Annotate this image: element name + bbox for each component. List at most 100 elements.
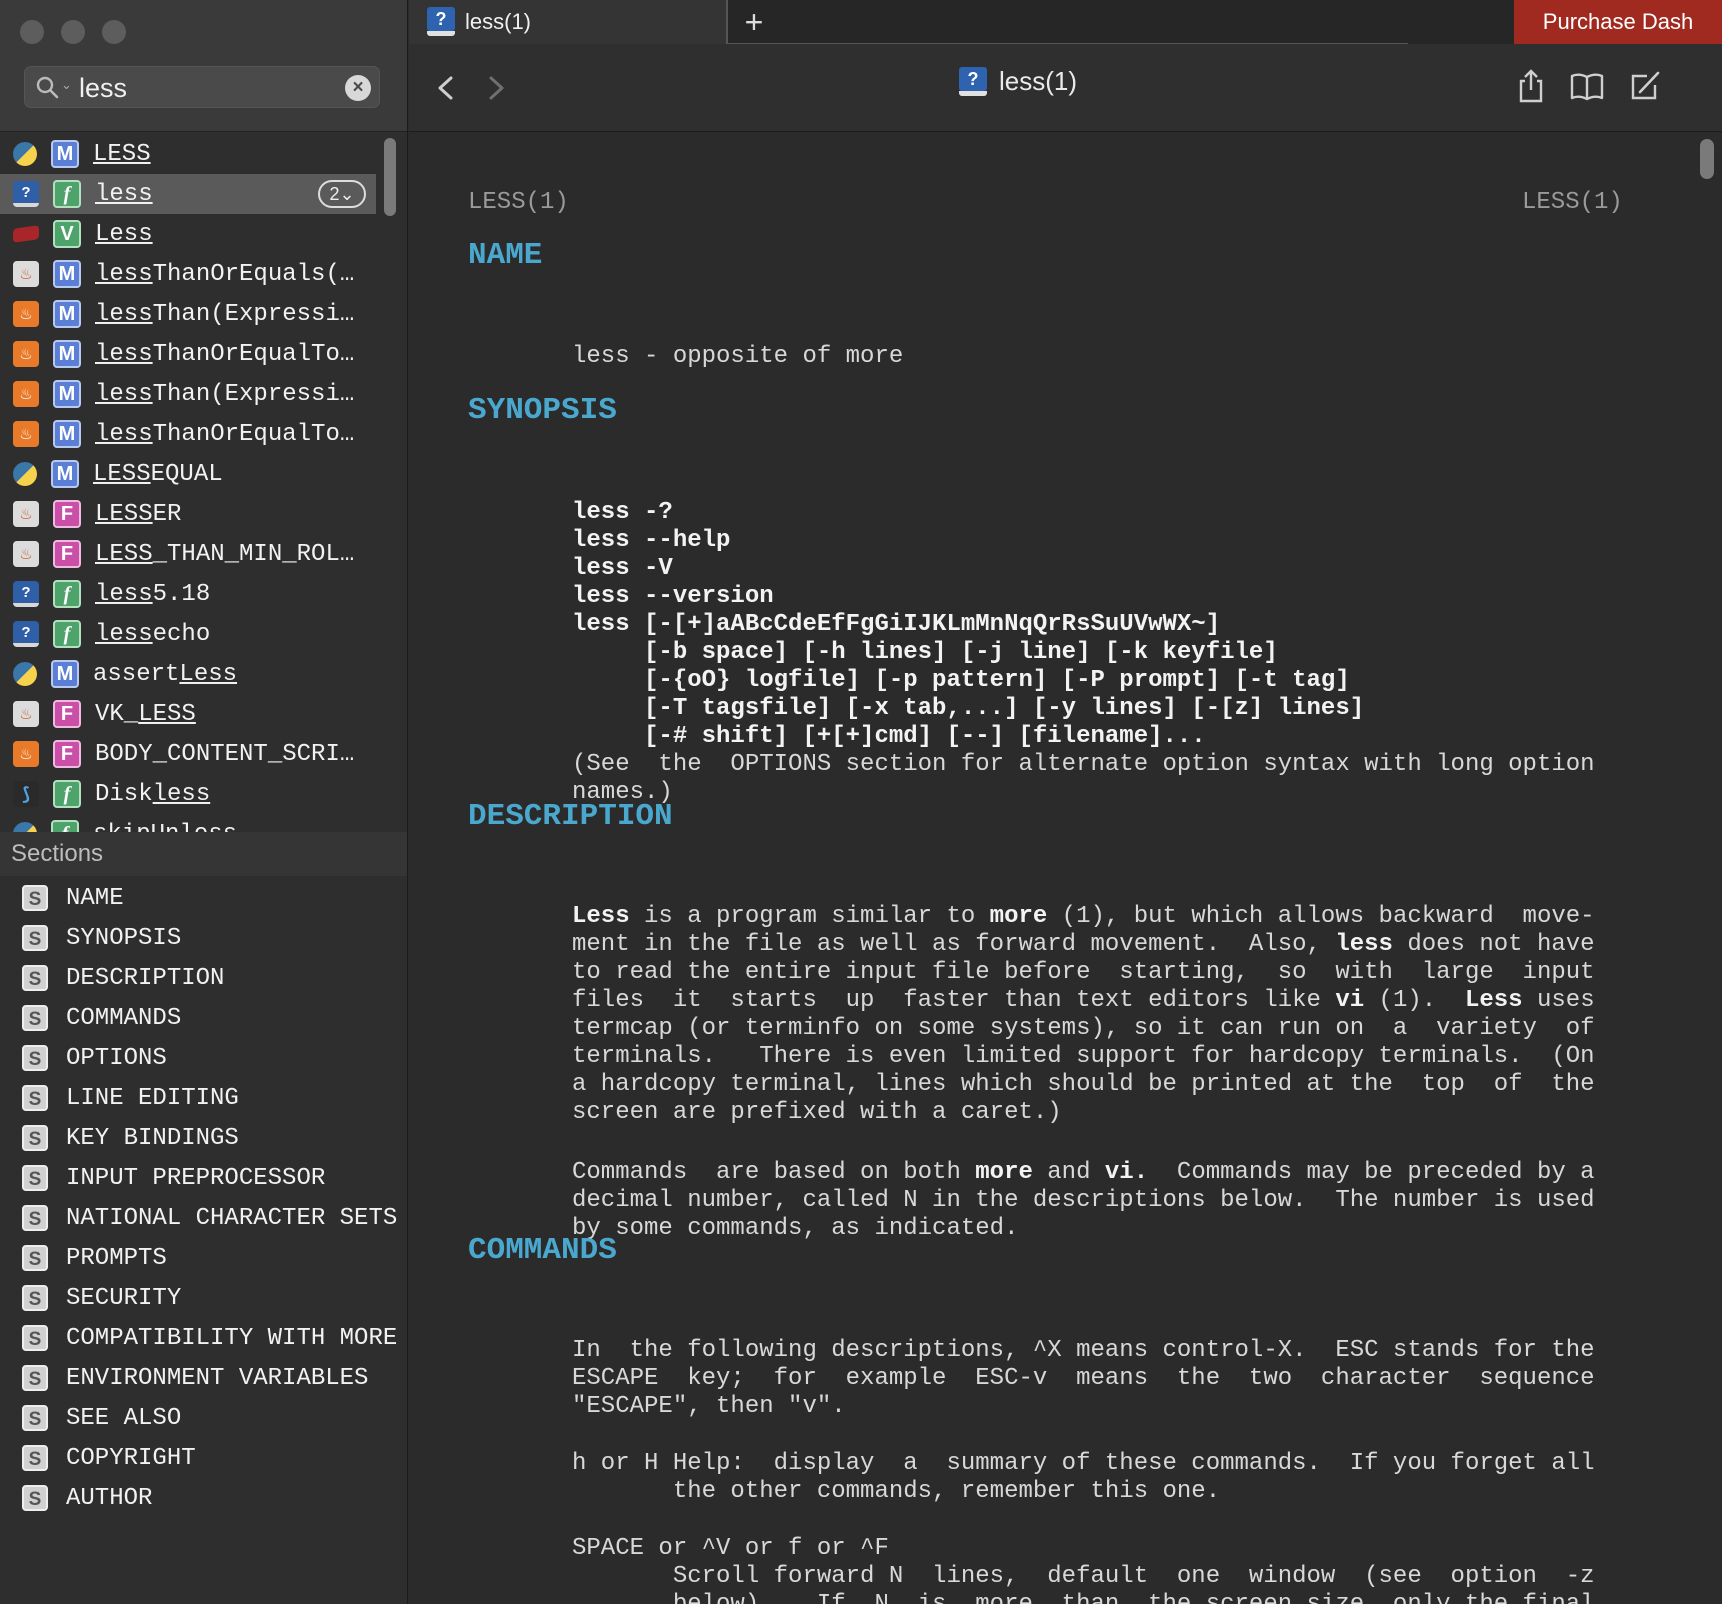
section-icon: S: [22, 885, 48, 911]
forward-arrow-icon[interactable]: [481, 70, 511, 106]
close-window-button[interactable]: [20, 20, 44, 44]
result-row[interactable]: ♨ MlessThanOrEqualTo…: [0, 414, 376, 454]
annotation-pencil-icon[interactable]: [1627, 68, 1663, 104]
section-name: INPUT PREPROCESSOR: [66, 1164, 326, 1192]
result-name: LESSER: [95, 500, 182, 528]
search-field[interactable]: ⌄ ×: [24, 66, 380, 108]
result-row[interactable]: ? f less5.18: [0, 574, 376, 614]
new-tab-button[interactable]: +: [737, 4, 771, 40]
commands-paragraph-3: SPACE or ^V or f or ^F Scroll forward N …: [572, 1535, 1595, 1604]
result-name: lessThan(Expressi…: [95, 380, 355, 408]
python-docset-icon: [13, 142, 37, 166]
sidebar-header: ⌄ ×: [0, 0, 407, 132]
result-row[interactable]: ♨ MlessThanOrEquals(…: [0, 254, 376, 294]
search-results-list[interactable]: M LESS? f less 2⌄ V Less ♨ MlessThanOrEquals(… ♨ M…: [0, 134, 376, 832]
zoom-window-button[interactable]: [102, 20, 126, 44]
result-name: assertLess: [93, 660, 238, 688]
purchase-dash-button[interactable]: Purchase Dash: [1514, 0, 1722, 44]
section-name: SYNOPSIS: [66, 924, 182, 952]
section-item[interactable]: S KEY BINDINGS: [0, 1118, 407, 1158]
section-item[interactable]: S SECURITY: [0, 1278, 407, 1318]
section-item[interactable]: S COMMANDS: [0, 998, 407, 1038]
description-paragraph-1: Less is a program similar to more (1), b…: [572, 903, 1595, 1126]
window-controls: [20, 20, 126, 44]
result-row[interactable]: ♨ F VK_LESS: [0, 694, 376, 734]
section-item[interactable]: S NATIONAL CHARACTER SETS: [0, 1198, 407, 1238]
tab-less[interactable]: ? less(1): [409, 0, 727, 44]
man-docset-icon: ?: [13, 621, 39, 647]
man-docset-icon: ?: [13, 181, 39, 207]
section-item[interactable]: S INPUT PREPROCESSOR: [0, 1158, 407, 1198]
section-item[interactable]: S ENVIRONMENT VARIABLES: [0, 1358, 407, 1398]
result-name: Diskless: [95, 780, 211, 808]
section-name: SEE ALSO: [66, 1404, 182, 1432]
python-docset-icon: [13, 662, 37, 686]
section-name: NAME: [66, 884, 124, 912]
result-row[interactable]: ♨ F LESS_THAN_MIN_ROL…: [0, 534, 376, 574]
minimize-window-button[interactable]: [61, 20, 85, 44]
section-icon: S: [22, 1165, 48, 1191]
java-light-docset-icon: ♨: [13, 541, 39, 567]
section-item[interactable]: S DESCRIPTION: [0, 958, 407, 998]
section-icon: S: [22, 925, 48, 951]
kind-f-icon: f: [53, 620, 81, 648]
section-icon: S: [22, 1005, 48, 1031]
section-item[interactable]: S SYNOPSIS: [0, 918, 407, 958]
result-row[interactable]: V Less: [0, 214, 376, 254]
section-name: ENVIRONMENT VARIABLES: [66, 1364, 369, 1392]
section-item[interactable]: S PROMPTS: [0, 1238, 407, 1278]
name-heading: NAME: [468, 238, 543, 273]
section-item[interactable]: S AUTHOR: [0, 1478, 407, 1518]
section-name: NATIONAL CHARACTER SETS: [66, 1204, 398, 1232]
kind-M-icon: M: [51, 460, 79, 488]
result-row[interactable]: ♨ F LESSER: [0, 494, 376, 534]
result-name: lessecho: [95, 620, 211, 648]
result-row[interactable]: MassertLess: [0, 654, 376, 694]
result-row[interactable]: M LESS: [0, 134, 376, 174]
result-row[interactable]: ⟆ f Diskless: [0, 774, 376, 814]
documentation-view[interactable]: LESS(1) LESS(1) NAME less - opposite of …: [409, 133, 1722, 1604]
result-row[interactable]: M LESSEQUAL: [0, 454, 376, 494]
document-scrollbar[interactable]: [1700, 139, 1714, 179]
kind-M-icon: M: [53, 300, 81, 328]
section-item[interactable]: S NAME: [0, 878, 407, 918]
result-row[interactable]: ? f less 2⌄: [0, 174, 376, 214]
tab-bar: ? less(1) + Purchase Dash: [409, 0, 1722, 44]
section-icon: S: [22, 1085, 48, 1111]
commands-paragraph-1: In the following descriptions, ^X means …: [572, 1337, 1595, 1420]
kind-M-icon: M: [53, 340, 81, 368]
section-item[interactable]: S LINE EDITING: [0, 1078, 407, 1118]
synopsis-line: less -?: [572, 499, 673, 526]
result-row[interactable]: ♨ MlessThan(Expressi…: [0, 294, 376, 334]
section-item[interactable]: S SEE ALSO: [0, 1398, 407, 1438]
result-row[interactable]: ♨ F BODY_CONTENT_SCRI…: [0, 734, 376, 774]
kind-f-icon: f: [53, 580, 81, 608]
commands-heading: COMMANDS: [468, 1233, 617, 1268]
search-input[interactable]: [79, 71, 349, 105]
sidebar: ⌄ × MLESS?fless2⌄VLess♨MlessThanOrEquals…: [0, 0, 408, 1604]
result-row[interactable]: ? f lessecho: [0, 614, 376, 654]
duplicates-count-badge[interactable]: 2⌄: [318, 180, 366, 208]
kind-F-icon: F: [53, 700, 81, 728]
synopsis-line: less -V: [572, 555, 673, 582]
result-row[interactable]: ♨ MlessThanOrEqualTo…: [0, 334, 376, 374]
search-options-chevron-icon[interactable]: ⌄: [61, 77, 72, 93]
share-icon[interactable]: [1513, 68, 1549, 104]
section-item[interactable]: S COMPATIBILITY WITH MORE: [0, 1318, 407, 1358]
back-arrow-icon[interactable]: [431, 70, 461, 106]
results-scrollbar[interactable]: [384, 138, 396, 216]
synopsis-heading: SYNOPSIS: [468, 393, 617, 428]
section-item[interactable]: S OPTIONS: [0, 1038, 407, 1078]
ios-docset-icon: ⟆: [13, 781, 39, 807]
result-name: LESS: [93, 140, 151, 168]
clear-search-icon[interactable]: ×: [345, 75, 371, 101]
java-light-docset-icon: ♨: [13, 261, 39, 287]
result-row[interactable]: ♨ MlessThan(Expressi…: [0, 374, 376, 414]
result-name: lessThan(Expressi…: [95, 300, 355, 328]
section-item[interactable]: S COPYRIGHT: [0, 1438, 407, 1478]
bookmarks-book-icon[interactable]: [1569, 68, 1605, 104]
result-row[interactable]: f skipUnless: [0, 814, 376, 832]
section-name: DESCRIPTION: [66, 964, 225, 992]
kind-M-icon: M: [53, 380, 81, 408]
section-name: OPTIONS: [66, 1044, 167, 1072]
